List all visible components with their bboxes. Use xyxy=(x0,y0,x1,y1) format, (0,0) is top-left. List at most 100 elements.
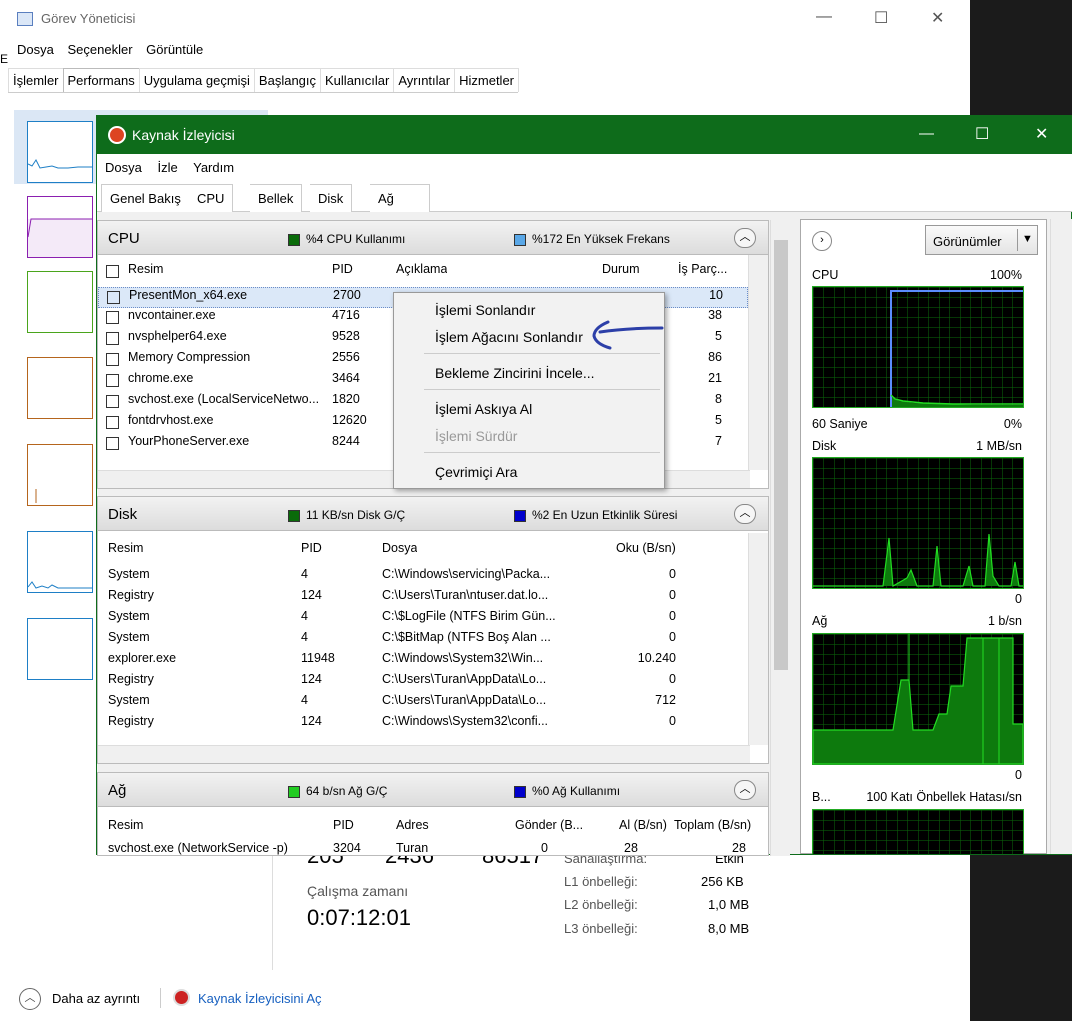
tab-disk[interactable]: Disk xyxy=(310,184,353,212)
tab-details[interactable]: Ayrıntılar xyxy=(393,68,456,92)
cell-pid: 4 xyxy=(301,567,308,581)
minimize-button[interactable]: — xyxy=(816,8,832,26)
table-row[interactable]: System 4 C:\$BitMap (NTFS Boş Alan ... 0 xyxy=(98,630,748,651)
close-button[interactable]: ✕ xyxy=(931,8,944,28)
col-status[interactable]: Durum xyxy=(602,262,640,276)
col-image[interactable]: Resim xyxy=(128,262,163,276)
table-row[interactable]: Registry 124 C:\Windows\System32\confi... 0 xyxy=(98,714,748,735)
scroll-thumb[interactable] xyxy=(774,240,788,670)
menu-item-end-process-tree[interactable]: İşlem Ağacını Sonlandır xyxy=(435,329,583,345)
row-checkbox[interactable] xyxy=(106,437,119,450)
main-vertical-scrollbar[interactable] xyxy=(770,220,790,856)
col-total[interactable]: Toplam (B/sn) xyxy=(674,818,751,832)
table-row[interactable]: Registry 124 C:\Users\Turan\AppData\Lo... 0 xyxy=(98,672,748,693)
disk-section-header[interactable]: Disk 11 KB/sn Disk G/Ç %2 En Uzun Etkinl… xyxy=(98,497,768,531)
row-checkbox[interactable] xyxy=(106,374,119,387)
cell-read: 0 xyxy=(669,588,676,602)
column-header-row: Resim PID Dosya Oku (B/sn) xyxy=(98,541,748,562)
row-checkbox[interactable] xyxy=(106,332,119,345)
tab-cpu[interactable]: CPU xyxy=(189,184,234,212)
collapse-button[interactable]: ︿ xyxy=(734,780,756,800)
disk-mini-graph[interactable] xyxy=(27,271,93,333)
disk3-mini-graph[interactable] xyxy=(27,444,93,506)
row-checkbox[interactable] xyxy=(106,311,119,324)
horizontal-scrollbar[interactable] xyxy=(98,745,750,763)
col-file[interactable]: Dosya xyxy=(382,541,417,555)
cell-pid: 4 xyxy=(301,630,308,644)
column-header-row: Resim PID Açıklama Durum İş Parç... xyxy=(98,262,748,283)
cell-file: C:\$LogFile (NTFS Birim Gün... xyxy=(382,609,556,623)
network-section-header[interactable]: Ağ 64 b/sn Ağ G/Ç %0 Ağ Kullanımı ︿ xyxy=(98,773,768,807)
col-image[interactable]: Resim xyxy=(108,541,143,555)
network-section: Ağ 64 b/sn Ağ G/Ç %0 Ağ Kullanımı ︿ Resi… xyxy=(97,772,769,856)
chevron-up-icon[interactable]: ︿ xyxy=(19,988,41,1010)
menu-options[interactable]: Seçenekler xyxy=(67,42,132,57)
cell-pid: 11948 xyxy=(301,651,335,665)
disk2-mini-graph[interactable] xyxy=(27,357,93,419)
tab-memory[interactable]: Bellek xyxy=(250,184,303,212)
collapse-button[interactable]: ︿ xyxy=(734,504,756,524)
row-checkbox[interactable] xyxy=(106,416,119,429)
graph-label: Disk xyxy=(812,439,837,453)
tab-startup[interactable]: Başlangıç xyxy=(253,68,322,92)
table-row[interactable]: System 4 C:\Users\Turan\AppData\Lo... 712 xyxy=(98,693,748,714)
col-image[interactable]: Resim xyxy=(108,818,143,832)
select-all-checkbox[interactable] xyxy=(106,265,119,278)
col-address[interactable]: Adres xyxy=(396,818,429,832)
tab-users[interactable]: Kullanıcılar xyxy=(320,68,395,92)
open-resmon-link[interactable]: Kaynak İzleyicisini Aç xyxy=(198,991,322,1006)
menu-item-end-process[interactable]: İşlemi Sonlandır xyxy=(435,302,535,318)
vertical-scrollbar[interactable] xyxy=(748,533,768,745)
col-read[interactable]: Oku (B/sn) xyxy=(616,541,676,555)
cell-image: chrome.exe xyxy=(128,371,194,385)
menu-item-suspend-process[interactable]: İşlemi Askıya Al xyxy=(435,401,532,417)
graphs-scrollbar[interactable] xyxy=(1050,219,1072,854)
ethernet-mini-graph[interactable] xyxy=(27,531,93,593)
col-threads[interactable]: İş Parç... xyxy=(678,262,727,276)
col-pid[interactable]: PID xyxy=(301,541,322,555)
minimize-button[interactable]: — xyxy=(919,125,934,142)
menu-item-search-online[interactable]: Çevrimiçi Ara xyxy=(435,464,517,480)
fewer-details-link[interactable]: Daha az ayrıntı xyxy=(52,991,140,1006)
row-checkbox[interactable] xyxy=(106,353,119,366)
table-row[interactable]: Registry 124 C:\Users\Turan\ntuser.dat.lo.… xyxy=(98,588,748,609)
menu-file[interactable]: Dosya xyxy=(105,160,142,175)
tab-app-history[interactable]: Uygulama geçmişi xyxy=(138,68,255,92)
table-row[interactable]: explorer.exe 11948 C:\Windows\System32\Win… xyxy=(98,651,748,672)
table-row[interactable]: svchost.exe (NetworkService -p) 3204 Tur… xyxy=(98,841,758,855)
cpu-section-header[interactable]: CPU %4 CPU Kullanımı %172 En Yüksek Frek… xyxy=(98,221,768,255)
close-button[interactable]: ✕ xyxy=(1035,124,1048,144)
row-checkbox[interactable] xyxy=(106,395,119,408)
tab-performance[interactable]: Performans xyxy=(62,68,140,92)
menu-file[interactable]: Dosya xyxy=(17,42,54,57)
menu-view[interactable]: Görüntüle xyxy=(146,42,203,57)
col-pid[interactable]: PID xyxy=(333,818,354,832)
dropdown-arrow-icon[interactable]: ▼ xyxy=(1022,233,1033,245)
tab-services[interactable]: Hizmetler xyxy=(454,68,520,92)
tab-overview[interactable]: Genel Bakış xyxy=(101,184,190,212)
maximize-button[interactable]: ☐ xyxy=(975,124,989,144)
expand-button[interactable]: › xyxy=(812,231,832,251)
tab-network[interactable]: Ağ xyxy=(370,184,430,212)
col-description[interactable]: Açıklama xyxy=(396,262,447,276)
vertical-scrollbar[interactable] xyxy=(748,255,768,470)
cell-image: nvsphelper64.exe xyxy=(128,329,227,343)
cell-pid: 4716 xyxy=(332,308,360,322)
cpu-mini-graph[interactable] xyxy=(27,121,93,183)
tab-processes[interactable]: İşlemler xyxy=(8,68,64,92)
row-checkbox[interactable] xyxy=(107,291,120,304)
collapse-button[interactable]: ︿ xyxy=(734,228,756,248)
table-row[interactable]: System 4 C:\Windows\servicing\Packa... 0 xyxy=(98,567,748,588)
menu-monitor[interactable]: İzle xyxy=(157,160,177,175)
memory-mini-graph[interactable] xyxy=(27,196,93,258)
col-send[interactable]: Gönder (B... xyxy=(515,818,583,832)
maximize-button[interactable]: ☐ xyxy=(874,8,888,28)
col-pid[interactable]: PID xyxy=(332,262,353,276)
table-row[interactable]: System 4 C:\$LogFile (NTFS Birim Gün... 0 xyxy=(98,609,748,630)
cpu-usage-stat: %4 CPU Kullanımı xyxy=(288,232,405,246)
views-button[interactable]: Görünümler ▼ xyxy=(925,225,1038,255)
col-receive[interactable]: Al (B/sn) xyxy=(619,818,667,832)
menu-item-analyze-wait-chain[interactable]: Bekleme Zincirini İncele... xyxy=(435,365,595,381)
gpu-mini-graph[interactable] xyxy=(27,618,93,680)
menu-help[interactable]: Yardım xyxy=(193,160,234,175)
